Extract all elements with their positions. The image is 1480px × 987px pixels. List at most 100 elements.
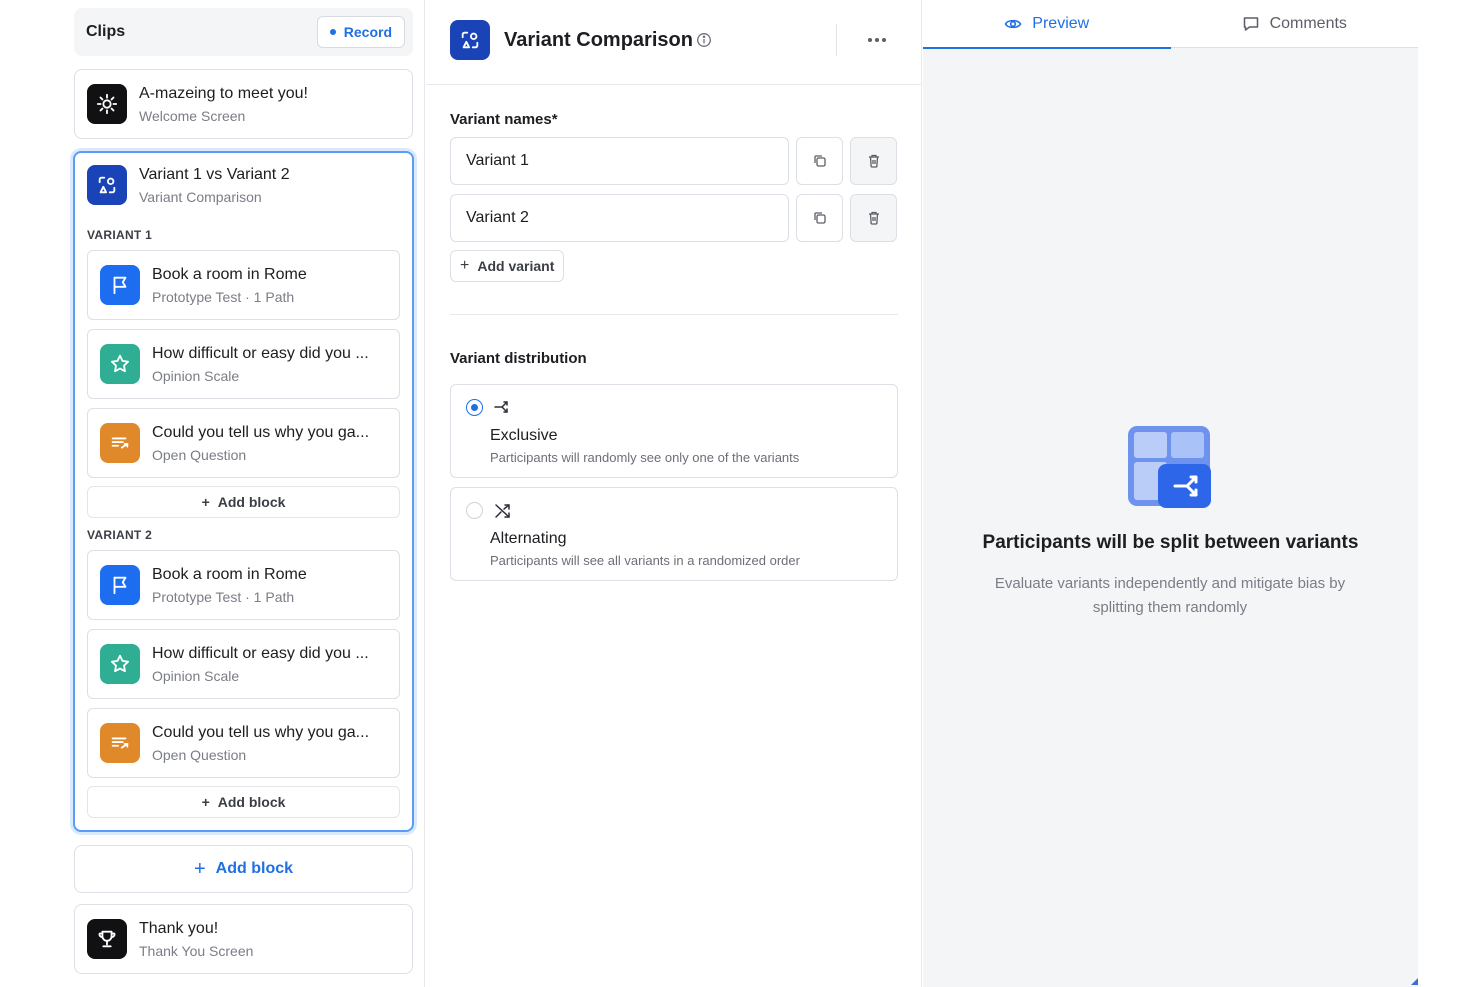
variant-2-label: VARIANT 2	[87, 528, 153, 542]
welcome-screen-card[interactable]: A-mazeing to meet you! Welcome Screen	[74, 69, 413, 139]
info-icon[interactable]	[696, 32, 712, 48]
plus-icon: +	[201, 794, 210, 810]
variant-1-name-input[interactable]	[450, 137, 789, 185]
variant-2-block-open-question[interactable]: Could you tell us why you ga... Open Que…	[87, 708, 400, 778]
variant-names-label: Variant names*	[450, 111, 558, 128]
welcome-subtitle: Welcome Screen	[139, 107, 246, 124]
variant-compare-icon	[87, 165, 127, 205]
trash-icon	[868, 211, 879, 225]
record-dot-icon	[329, 29, 336, 35]
editor-title: Variant Comparison	[504, 29, 693, 51]
eye-icon	[1004, 19, 1022, 29]
variant-1-label: VARIANT 1	[87, 228, 153, 242]
editor-header: Variant Comparison	[426, 0, 922, 85]
shuffle-icon	[495, 504, 510, 518]
option-description: Participants will see all variants in a …	[490, 553, 800, 568]
empty-state-description: Evaluate variants independently and miti…	[994, 575, 1346, 616]
flag-icon	[100, 565, 140, 605]
distribution-option-alternating[interactable]: Alternating Participants will see all va…	[450, 487, 898, 581]
split-variants-illustration	[1128, 426, 1211, 508]
variant-1-add-block-button[interactable]: + Add block	[87, 486, 400, 518]
block-title: Book a room in Rome	[152, 265, 307, 283]
thankyou-title: Thank you!	[139, 919, 219, 937]
welcome-title: A-mazeing to meet you!	[139, 84, 308, 102]
block-subtitle: Opinion Scale	[152, 367, 240, 384]
option-description: Participants will randomly see only one …	[490, 450, 800, 465]
header-divider	[836, 24, 837, 56]
dot	[875, 38, 879, 42]
duplicate-variant-2-button[interactable]	[796, 194, 843, 242]
star-icon	[100, 644, 140, 684]
block-title: Book a room in Rome	[152, 565, 307, 583]
block-subtitle: Prototype Test · 1 Path	[152, 588, 295, 605]
variant-2-name-input[interactable]	[450, 194, 789, 242]
add-block-label: Add block	[217, 794, 286, 810]
tab-comments[interactable]: Comments	[1171, 0, 1419, 48]
record-button[interactable]: Record	[316, 16, 405, 48]
variant-comparison-group[interactable]: Variant 1 vs Variant 2 Variant Compariso…	[73, 151, 414, 832]
more-options-button[interactable]	[862, 28, 892, 52]
duplicate-variant-1-button[interactable]	[796, 137, 843, 185]
trophy-icon	[87, 919, 127, 959]
section-divider	[450, 314, 898, 315]
option-title: Exclusive	[490, 427, 558, 444]
add-block-button[interactable]: + Add block	[74, 845, 413, 893]
empty-state-title: Participants will be split between varia…	[982, 532, 1359, 553]
dot	[882, 38, 886, 42]
block-title: How difficult or easy did you ...	[152, 644, 369, 662]
sun-icon	[87, 84, 127, 124]
tab-preview[interactable]: Preview	[923, 0, 1171, 49]
add-variant-label: Add variant	[477, 258, 555, 274]
group-title: Variant 1 vs Variant 2	[139, 165, 290, 183]
block-subtitle: Opinion Scale	[152, 667, 240, 684]
exclusive-radio[interactable]	[466, 399, 483, 416]
split-arrow-icon	[494, 401, 508, 413]
variant-1-block-opinion[interactable]: How difficult or easy did you ... Opinio…	[87, 329, 400, 399]
text-lines-icon	[100, 423, 140, 463]
editor-panel: Variant Comparison Variant names* + Add …	[426, 0, 922, 987]
copy-icon	[813, 212, 826, 224]
variant-distribution-label: Variant distribution	[450, 350, 587, 367]
group-subtitle: Variant Comparison	[139, 188, 262, 205]
block-subtitle: Prototype Test · 1 Path	[152, 288, 295, 305]
thankyou-subtitle: Thank You Screen	[139, 942, 254, 959]
star-icon	[100, 344, 140, 384]
alternating-radio[interactable]	[466, 502, 483, 519]
variant-1-block-open-question[interactable]: Could you tell us why you ga... Open Que…	[87, 408, 400, 478]
variant-compare-icon	[450, 20, 490, 60]
delete-variant-2-button[interactable]	[850, 194, 897, 242]
add-block-label: Add block	[217, 494, 286, 510]
clips-header: Clips Record	[74, 8, 413, 56]
block-subtitle: Open Question	[152, 446, 247, 463]
block-title: Could you tell us why you ga...	[152, 423, 370, 441]
plus-icon: +	[201, 494, 210, 510]
tab-label: Comments	[1269, 15, 1347, 32]
plus-icon: +	[460, 257, 470, 274]
variant-2-block-opinion[interactable]: How difficult or easy did you ... Opinio…	[87, 629, 400, 699]
preview-panel: Preview Comments Participants will be sp…	[923, 0, 1418, 987]
variant-1-block-prototype[interactable]: Book a room in Rome Prototype Test · 1 P…	[87, 250, 400, 320]
clips-panel: Clips Record A-mazeing to meet you! Welc…	[0, 0, 425, 987]
comment-icon	[1243, 17, 1258, 31]
copy-icon	[813, 155, 826, 167]
thank-you-screen-card[interactable]: Thank you! Thank You Screen	[74, 904, 413, 974]
variant-2-add-block-button[interactable]: + Add block	[87, 786, 400, 818]
preview-tabs: Preview Comments	[923, 0, 1419, 49]
delete-variant-1-button[interactable]	[850, 137, 897, 185]
variant-2-block-prototype[interactable]: Book a room in Rome Prototype Test · 1 P…	[87, 550, 400, 620]
block-title: How difficult or easy did you ...	[152, 344, 369, 362]
resize-corner-icon[interactable]	[1411, 978, 1418, 985]
trash-icon	[868, 154, 879, 168]
clips-title: Clips	[86, 23, 126, 40]
option-title: Alternating	[490, 530, 567, 547]
dot	[868, 38, 872, 42]
distribution-option-exclusive[interactable]: Exclusive Participants will randomly see…	[450, 384, 898, 478]
add-variant-button[interactable]: + Add variant	[450, 250, 565, 282]
tab-label: Preview	[1032, 15, 1090, 32]
block-title: Could you tell us why you ga...	[152, 723, 370, 741]
text-lines-icon	[100, 723, 140, 763]
add-block-label: Add block	[215, 860, 294, 877]
record-label: Record	[343, 24, 392, 40]
block-subtitle: Open Question	[152, 746, 247, 763]
group-header: Variant 1 vs Variant 2 Variant Compariso…	[87, 165, 290, 205]
